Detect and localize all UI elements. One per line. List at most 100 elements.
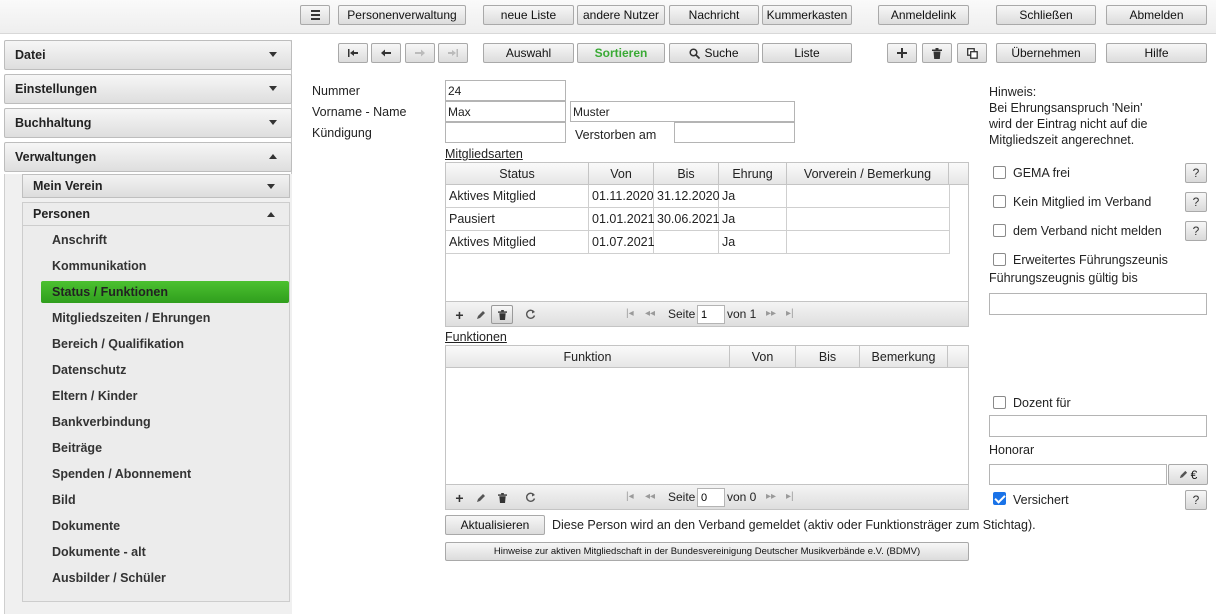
next-page-icon[interactable]: ▸▸	[766, 491, 776, 502]
hilfe-button[interactable]: Hilfe	[1106, 43, 1207, 63]
column-header-status[interactable]: Status	[446, 163, 589, 185]
trash-icon	[932, 47, 942, 59]
sidebar-item-status-funktionen[interactable]: Status / Funktionen	[41, 281, 289, 303]
bdmv-hinweise-button[interactable]: Hinweise zur aktiven Mitgliedschaft in d…	[445, 542, 969, 561]
table-row[interactable]: Pausiert 01.01.2021 30.06.2021 Ja	[446, 208, 950, 231]
sidebar-item-kommunikation[interactable]: Kommunikation	[41, 255, 289, 277]
mitgliedsarten-title[interactable]: Mitgliedsarten	[445, 147, 523, 161]
first-record-button[interactable]	[338, 43, 368, 63]
versichert-help-button[interactable]: ?	[1185, 490, 1207, 510]
kummerkasten-button[interactable]: Kummerkasten	[762, 5, 852, 25]
plus-icon[interactable]: +	[452, 490, 467, 506]
dozent-field[interactable]	[989, 415, 1207, 437]
trash-icon[interactable]	[495, 490, 510, 505]
next-page-icon[interactable]: ▸▸	[766, 308, 776, 319]
verstorben-field[interactable]	[674, 122, 795, 143]
fuehrungszeugnis-checkbox[interactable]	[993, 253, 1006, 266]
kein-mitglied-help-button[interactable]: ?	[1185, 192, 1207, 212]
andere-nutzer-button[interactable]: andere Nutzer	[577, 5, 665, 25]
last-record-button[interactable]	[438, 43, 468, 63]
hint-title: Hinweis:	[989, 85, 1037, 99]
column-header-bis[interactable]: Bis	[654, 163, 719, 185]
sidebar-item-beitraege[interactable]: Beiträge	[41, 437, 289, 459]
column-header-bemerkung[interactable]: Vorverein / Bemerkung	[787, 163, 949, 185]
kein-mitglied-checkbox[interactable]	[993, 195, 1006, 208]
dozent-checkbox[interactable]	[993, 396, 1006, 409]
suche-button[interactable]: Suche	[669, 43, 759, 63]
first-page-icon[interactable]: |◂	[626, 308, 634, 319]
edit-icon[interactable]	[473, 490, 488, 505]
personenverwaltung-button[interactable]: Personenverwaltung	[338, 5, 466, 25]
next-record-button[interactable]	[405, 43, 435, 63]
nachricht-button[interactable]: Nachricht	[669, 5, 759, 25]
abmelden-button[interactable]: Abmelden	[1106, 5, 1207, 25]
neue-liste-button[interactable]: neue Liste	[483, 5, 574, 25]
sortieren-button[interactable]: Sortieren	[577, 43, 665, 63]
sidebar-item-eltern-kinder[interactable]: Eltern / Kinder	[41, 385, 289, 407]
column-header-von[interactable]: Von	[730, 346, 796, 368]
uebernehmen-button[interactable]: Übernehmen	[996, 43, 1096, 63]
nummer-field[interactable]	[445, 80, 566, 101]
page-number-input[interactable]	[697, 488, 725, 507]
sidebar-section-label: Datei	[15, 48, 46, 62]
honorar-field[interactable]	[989, 464, 1167, 485]
trash-icon[interactable]	[491, 305, 513, 324]
refresh-icon[interactable]	[523, 307, 538, 322]
anmeldelink-button[interactable]: Anmeldelink	[878, 5, 969, 25]
nicht-melden-help-button[interactable]: ?	[1185, 221, 1207, 241]
sidebar-item-datenschutz[interactable]: Datenschutz	[41, 359, 289, 381]
sidebar-item-mitgliedszeiten[interactable]: Mitgliedszeiten / Ehrungen	[41, 307, 289, 329]
plus-icon[interactable]: +	[452, 307, 467, 323]
table-row[interactable]: Aktives Mitglied 01.07.2021 Ja	[446, 231, 950, 254]
honorar-edit-button[interactable]: €	[1168, 464, 1208, 485]
last-page-icon[interactable]: ▸|	[786, 491, 794, 502]
liste-button[interactable]: Liste	[762, 43, 852, 63]
column-header-bemerkung[interactable]: Bemerkung	[860, 346, 948, 368]
column-header-funktion[interactable]: Funktion	[446, 346, 730, 368]
sidebar-section-personen[interactable]: Personen	[22, 202, 290, 226]
previous-record-button[interactable]	[371, 43, 401, 63]
nachname-field[interactable]	[570, 101, 795, 122]
column-header-ehrung[interactable]: Ehrung	[719, 163, 787, 185]
column-header-von[interactable]: Von	[589, 163, 654, 185]
prev-page-icon[interactable]: ◂◂	[645, 491, 655, 502]
sidebar-item-bild[interactable]: Bild	[41, 489, 289, 511]
sidebar-section-buchhaltung[interactable]: Buchhaltung	[4, 108, 292, 138]
copy-record-button[interactable]	[957, 43, 987, 63]
honorar-label: Honorar	[989, 443, 1035, 457]
schliessen-button[interactable]: Schließen	[996, 5, 1096, 25]
sidebar-item-dokumente-alt[interactable]: Dokumente - alt	[41, 541, 289, 563]
sidebar-section-mein-verein[interactable]: Mein Verein	[22, 174, 290, 198]
vorname-field[interactable]	[445, 101, 566, 122]
nicht-melden-checkbox[interactable]	[993, 224, 1006, 237]
page-number-input[interactable]	[697, 305, 725, 324]
sidebar-item-anschrift[interactable]: Anschrift	[41, 229, 289, 251]
funktionen-title[interactable]: Funktionen	[445, 330, 507, 344]
first-page-icon[interactable]: |◂	[626, 491, 634, 502]
kuendigung-field[interactable]	[445, 122, 566, 143]
sidebar-item-dokumente[interactable]: Dokumente	[41, 515, 289, 537]
column-header-bis[interactable]: Bis	[796, 346, 860, 368]
add-record-button[interactable]	[887, 43, 917, 63]
gema-help-button[interactable]: ?	[1185, 163, 1207, 183]
sidebar-section-datei[interactable]: Datei	[4, 40, 292, 70]
sidebar-item-spenden[interactable]: Spenden / Abonnement	[41, 463, 289, 485]
aktualisieren-button[interactable]: Aktualisieren	[445, 515, 545, 535]
menu-button[interactable]	[300, 5, 330, 25]
auswahl-button[interactable]: Auswahl	[483, 43, 574, 63]
sidebar-item-bereich[interactable]: Bereich / Qualifikation	[41, 333, 289, 355]
versichert-checkbox[interactable]	[993, 492, 1006, 505]
funktionen-table: Funktion Von Bis Bemerkung + |◂ ◂◂ Seite…	[445, 345, 969, 510]
refresh-icon[interactable]	[523, 490, 538, 505]
sidebar-section-einstellungen[interactable]: Einstellungen	[4, 74, 292, 104]
gema-frei-checkbox[interactable]	[993, 166, 1006, 179]
sidebar-item-bankverbindung[interactable]: Bankverbindung	[41, 411, 289, 433]
prev-page-icon[interactable]: ◂◂	[645, 308, 655, 319]
sidebar-section-verwaltungen[interactable]: Verwaltungen	[4, 142, 292, 172]
sidebar-item-ausbilder[interactable]: Ausbilder / Schüler	[41, 567, 289, 589]
table-row[interactable]: Aktives Mitglied 01.11.2020 31.12.2020 J…	[446, 185, 950, 208]
last-page-icon[interactable]: ▸|	[786, 308, 794, 319]
gueltig-bis-field[interactable]	[989, 293, 1207, 315]
delete-record-button[interactable]	[922, 43, 952, 63]
edit-icon[interactable]	[473, 307, 488, 322]
